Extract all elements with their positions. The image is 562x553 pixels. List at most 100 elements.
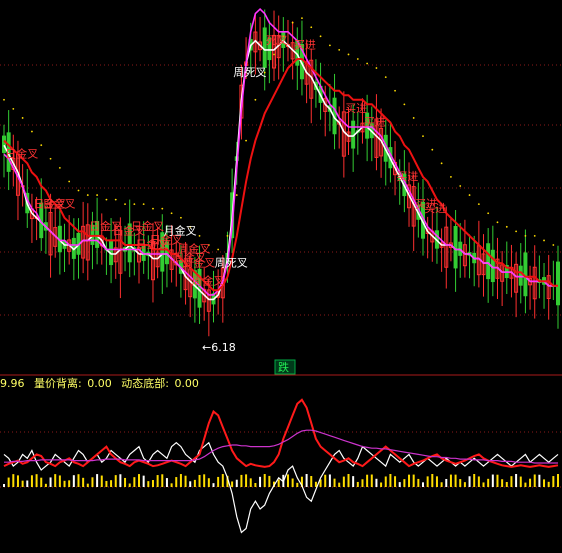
volume-bar	[161, 474, 164, 487]
volume-bar	[380, 482, 383, 487]
signal-dot	[375, 67, 378, 69]
signal-dot	[58, 166, 61, 169]
volume-bar	[538, 474, 541, 487]
signal-dot	[431, 148, 434, 151]
signal-dot	[68, 180, 71, 183]
volume-bar	[54, 474, 57, 487]
volume-bar	[68, 480, 71, 487]
volume-bar	[165, 478, 168, 487]
signal-dot	[505, 225, 508, 228]
volume-bar	[356, 481, 359, 487]
volume-bar	[505, 481, 508, 487]
volume-bar	[361, 479, 364, 487]
candle-body	[518, 265, 523, 286]
volume-bar	[128, 483, 131, 487]
sell-badge-label: 跌	[278, 360, 289, 374]
signal-dot	[412, 117, 415, 119]
volume-bar	[454, 474, 457, 487]
volume-bar	[30, 475, 33, 487]
volume-bar	[310, 476, 313, 487]
volume-bar	[268, 475, 271, 487]
signal-dot	[533, 235, 536, 237]
signal-dot	[161, 207, 164, 210]
signal-label: 月金叉	[164, 224, 197, 238]
volume-bar	[207, 478, 210, 487]
signal-label: 日金叉	[5, 146, 38, 160]
volume-bar	[110, 480, 113, 487]
signal-dot	[226, 235, 229, 237]
volume-bar	[431, 474, 434, 487]
signal-label: 周金叉	[192, 273, 225, 287]
volume-bar	[449, 474, 452, 487]
volume-bar	[21, 480, 24, 487]
signal-label: 死叉	[266, 34, 288, 47]
signal-dot	[198, 235, 201, 237]
stock-chart[interactable]: 日金叉日金叉日金叉日金叉日金叉日金叉日金叉日金叉月金叉周金叉周金叉周金叉周金叉周…	[0, 0, 562, 553]
volume-bar	[366, 474, 369, 487]
volume-bar	[445, 478, 448, 487]
volume-bar	[468, 476, 471, 487]
volume-bar	[193, 479, 196, 487]
signal-label: 买进	[294, 39, 316, 52]
signal-label: 买进	[396, 170, 418, 183]
signal-dot	[40, 144, 43, 147]
volume-bar	[426, 476, 429, 487]
volume-bar	[398, 482, 401, 487]
volume-bar	[249, 478, 252, 487]
candle-body	[556, 261, 560, 306]
volume-bar	[524, 482, 527, 487]
candle-body	[486, 243, 491, 280]
volume-bar	[16, 475, 19, 487]
indicator2-label: 动态底部:	[121, 376, 169, 390]
signal-dot	[301, 17, 303, 20]
volume-bar	[170, 483, 173, 487]
volume-bar	[417, 478, 420, 487]
volume-bar	[440, 482, 443, 487]
volume-bar	[114, 475, 117, 487]
volume-bar	[305, 474, 308, 487]
volume-bar	[151, 480, 154, 487]
volume-bar	[217, 476, 220, 487]
volume-bar	[296, 482, 299, 487]
volume-bar	[408, 474, 411, 487]
volume-bar	[533, 474, 536, 487]
signal-dot	[31, 130, 33, 133]
volume-bar	[49, 477, 52, 487]
volume-bar	[189, 481, 192, 487]
volume-bar	[119, 474, 122, 487]
volume-bar	[394, 476, 397, 487]
volume-bar	[91, 477, 94, 487]
signal-labels: 日金叉日金叉日金叉日金叉日金叉日金叉日金叉日金叉月金叉周金叉周金叉周金叉周金叉周…	[5, 34, 446, 287]
signal-dot	[440, 162, 443, 165]
signal-dot	[124, 203, 126, 206]
volume-bar	[259, 476, 262, 487]
volume-bar	[435, 476, 438, 487]
signal-dot	[394, 89, 396, 92]
signal-dot	[86, 194, 89, 196]
volume-bar	[519, 476, 522, 487]
volume-bar	[212, 483, 215, 487]
volume-bar	[105, 480, 108, 487]
volume-bar	[547, 481, 550, 487]
signal-dot	[477, 203, 480, 206]
volume-bar	[463, 482, 466, 487]
volume-bar	[557, 474, 559, 487]
volume-bar	[510, 476, 513, 487]
volume-bar	[72, 475, 75, 487]
sell-badge[interactable]: 跌	[274, 359, 296, 375]
volume-bar	[491, 474, 494, 487]
indicator-lines	[3, 398, 559, 534]
volume-bar	[7, 477, 10, 487]
volume-bar	[477, 476, 480, 487]
signal-dot	[245, 139, 247, 142]
signal-dot	[328, 44, 331, 47]
volume-bar	[403, 479, 406, 487]
volume-bar	[254, 482, 257, 487]
signal-dot	[384, 76, 387, 79]
volume-bar	[198, 474, 201, 487]
price-panel-grid	[0, 64, 562, 316]
volume-bar	[179, 474, 182, 487]
volume-bar	[389, 474, 392, 487]
signal-dot	[552, 244, 555, 246]
signal-dot	[254, 98, 257, 101]
